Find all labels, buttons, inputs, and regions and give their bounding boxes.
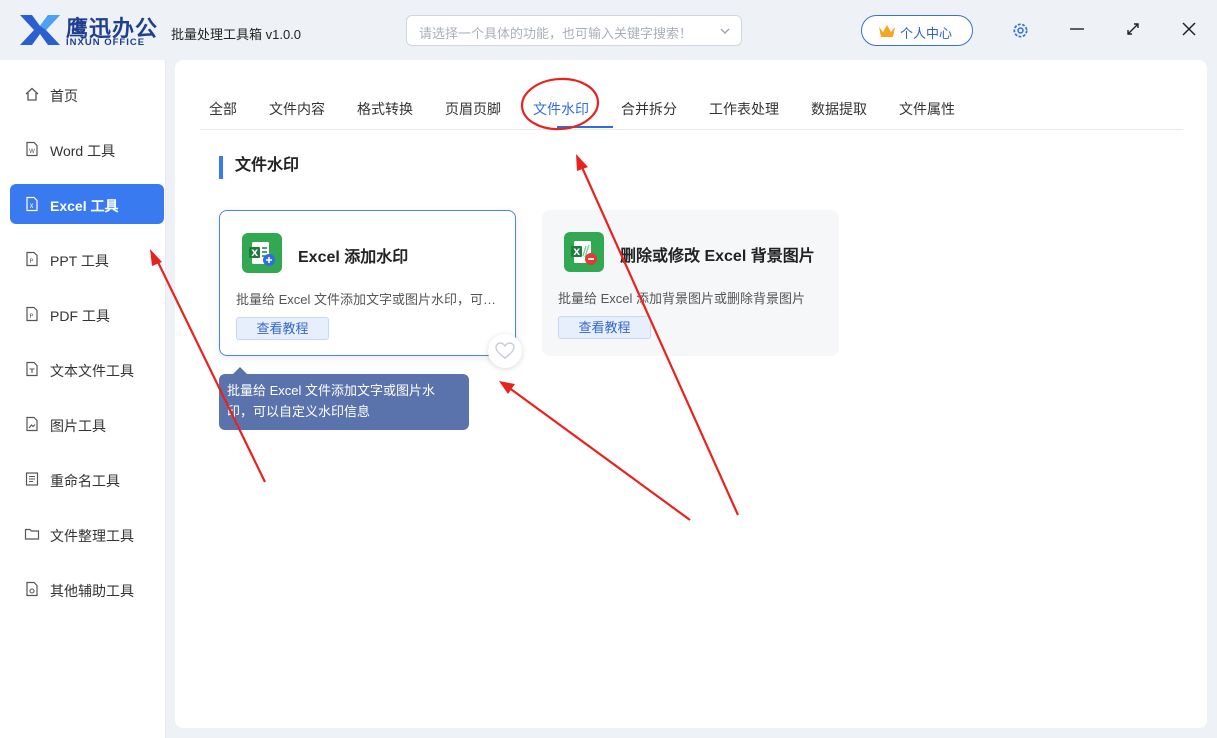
word-file-icon: W xyxy=(26,141,38,157)
text-file-icon xyxy=(26,361,38,377)
tab-file-properties[interactable]: 文件属性 xyxy=(899,99,955,119)
sidebar-item-label: 图片工具 xyxy=(50,418,106,434)
card-title: Excel 添加水印 xyxy=(298,249,409,266)
svg-text:W: W xyxy=(29,148,35,155)
sidebar-item-label: PPT 工具 xyxy=(50,253,109,269)
sidebar-item-label: Excel 工具 xyxy=(50,198,119,214)
sidebar-item-text[interactable]: 文本文件工具 xyxy=(10,349,164,389)
sidebar-item-image[interactable]: 图片工具 xyxy=(10,404,164,444)
active-tab-indicator xyxy=(557,126,613,128)
category-tabs: 全部 文件内容 格式转换 页眉页脚 文件水印 合并拆分 工作表处理 数据提取 文… xyxy=(200,60,1183,130)
tab-file-watermark[interactable]: 文件水印 xyxy=(533,99,589,119)
sidebar-item-home[interactable]: 首页 xyxy=(10,74,164,114)
sidebar-item-word[interactable]: W Word 工具 xyxy=(10,129,164,169)
tooltip-line-1: 批量给 Excel 文件添加文字或图片水 xyxy=(227,383,436,398)
tab-file-content[interactable]: 文件内容 xyxy=(269,99,325,119)
sidebar: 首页 W Word 工具 X Excel 工具 P PPT 工具 P PDF 工… xyxy=(0,60,166,738)
sidebar-item-label: PDF 工具 xyxy=(50,308,110,324)
sidebar-item-excel[interactable]: X Excel 工具 xyxy=(10,184,164,224)
svg-text:X: X xyxy=(573,248,580,258)
sidebar-item-label: 首页 xyxy=(50,88,78,104)
title-bar: 鹰迅办公 INXUN OFFICE 批量处理工具箱 v1.0.0 请选择一个具体… xyxy=(0,0,1217,60)
tab-merge-split[interactable]: 合并拆分 xyxy=(621,99,677,119)
close-icon[interactable] xyxy=(1180,20,1198,38)
folder-icon xyxy=(24,528,40,540)
svg-text:X: X xyxy=(30,203,34,210)
app-title: 批量处理工具箱 v1.0.0 xyxy=(171,27,302,42)
favorite-button[interactable] xyxy=(488,334,522,368)
svg-text:X: X xyxy=(251,249,258,259)
heart-icon xyxy=(495,342,515,359)
rename-icon xyxy=(25,472,39,486)
tab-format-convert[interactable]: 格式转换 xyxy=(357,99,413,119)
minimize-icon[interactable] xyxy=(1068,20,1086,38)
search-placeholder: 请选择一个具体的功能，也可输入关键字搜索！ xyxy=(419,26,693,41)
logo-text-en: INXUN OFFICE xyxy=(66,37,146,48)
sidebar-item-pdf[interactable]: P PDF 工具 xyxy=(10,294,164,334)
view-tutorial-button[interactable]: 查看教程 xyxy=(558,316,651,339)
user-center-button[interactable]: 个人中心 xyxy=(861,15,973,46)
svg-text:P: P xyxy=(30,258,34,265)
gear-icon[interactable] xyxy=(1011,21,1030,40)
maximize-icon[interactable] xyxy=(1124,20,1142,38)
card-description: 批量给 Excel 文件添加文字或图片水印，可以自定义水印信息 xyxy=(236,292,500,307)
sidebar-item-misc[interactable]: 其他辅助工具 xyxy=(10,569,164,609)
svg-text:P: P xyxy=(30,313,34,320)
excel-background-icon: X xyxy=(564,232,604,272)
card-tooltip: 批量给 Excel 文件添加文字或图片水 印，可以自定义水印信息 xyxy=(219,367,469,430)
sidebar-item-label: Word 工具 xyxy=(50,143,116,159)
misc-file-icon xyxy=(26,581,38,597)
app-logo: 鹰迅办公 INXUN OFFICE xyxy=(18,11,158,51)
crown-icon xyxy=(879,25,895,37)
user-center-label: 个人中心 xyxy=(900,26,953,41)
card-description: 批量给 Excel 添加背景图片或删除背景图片 xyxy=(558,291,806,306)
pdf-file-icon: P xyxy=(26,306,38,322)
ppt-file-icon: P xyxy=(26,251,38,267)
card-title: 删除或修改 Excel 背景图片 xyxy=(620,248,815,265)
section-title: 文件水印 xyxy=(219,156,299,179)
tab-worksheet[interactable]: 工作表处理 xyxy=(709,99,779,119)
sidebar-item-label: 其他辅助工具 xyxy=(50,583,134,599)
excel-watermark-icon: X xyxy=(242,233,282,273)
tab-all[interactable]: 全部 xyxy=(209,99,237,119)
excel-file-icon: X xyxy=(26,196,38,212)
sidebar-item-organize[interactable]: 文件整理工具 xyxy=(10,514,164,554)
tooltip-line-2: 印，可以自定义水印信息 xyxy=(227,404,371,419)
sidebar-item-label: 文本文件工具 xyxy=(50,363,134,379)
chevron-down-icon xyxy=(720,28,730,34)
sidebar-item-label: 文件整理工具 xyxy=(50,528,134,544)
search-input[interactable]: 请选择一个具体的功能，也可输入关键字搜索！ xyxy=(406,15,742,46)
tool-card-excel-background-image[interactable]: X 删除或修改 Excel 背景图片 批量给 Excel 添加背景图片或删除背景… xyxy=(542,210,839,356)
view-tutorial-button[interactable]: 查看教程 xyxy=(236,317,329,340)
sidebar-item-ppt[interactable]: P PPT 工具 xyxy=(10,239,164,279)
tab-header-footer[interactable]: 页眉页脚 xyxy=(445,99,501,119)
image-file-icon xyxy=(26,416,38,432)
tool-card-excel-add-watermark[interactable]: X Excel 添加水印 批量给 Excel 文件添加文字或图片水印，可以自定义… xyxy=(219,210,516,356)
logo-mark-icon xyxy=(20,15,60,45)
tab-data-extract[interactable]: 数据提取 xyxy=(811,99,867,119)
home-icon xyxy=(25,87,39,101)
sidebar-item-label: 重命名工具 xyxy=(50,473,120,489)
sidebar-item-rename[interactable]: 重命名工具 xyxy=(10,459,164,499)
